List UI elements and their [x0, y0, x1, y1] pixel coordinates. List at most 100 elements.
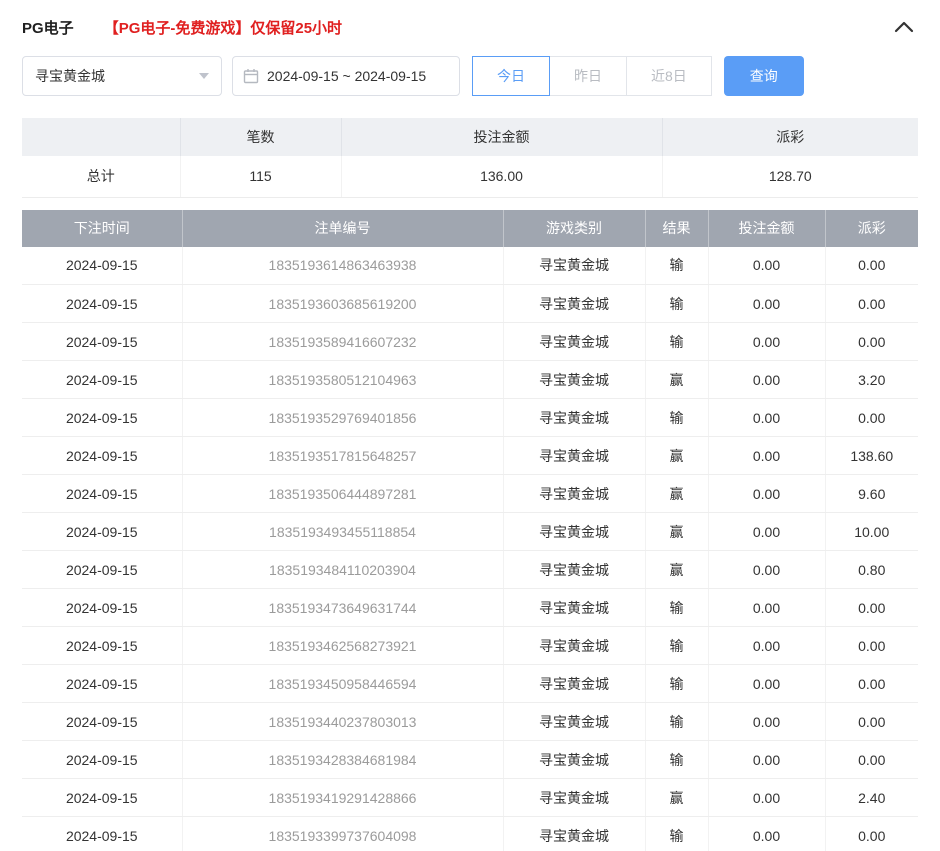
- cell-bet-id: 1835193493455118854: [182, 513, 503, 551]
- cell-bet-time: 2024-09-15: [22, 817, 182, 851]
- cell-game-type: 寻宝黄金城: [503, 323, 645, 361]
- cell-bet-amount: 0.00: [708, 817, 825, 851]
- quick-range-today[interactable]: 今日: [472, 56, 550, 96]
- cell-bet-id: 1835193614863463938: [182, 247, 503, 285]
- quick-range-yesterday[interactable]: 昨日: [549, 56, 627, 96]
- cell-bet-id: 1835193440237803013: [182, 703, 503, 741]
- cell-bet-amount: 0.00: [708, 703, 825, 741]
- pg-games-panel: PG电子 【PG电子-免费游戏】仅保留25小时 寻宝黄金城 2024-09-15…: [0, 0, 940, 851]
- cell-bet-id: 1835193428384681984: [182, 741, 503, 779]
- cell-payout: 0.00: [825, 285, 918, 323]
- cell-payout: 138.60: [825, 437, 918, 475]
- table-row: 2024-09-15 1835193399737604098 寻宝黄金城 输 0…: [22, 817, 918, 851]
- col-game-type: 游戏类别: [503, 210, 645, 247]
- cell-bet-time: 2024-09-15: [22, 513, 182, 551]
- cell-bet-time: 2024-09-15: [22, 779, 182, 817]
- cell-bet-time: 2024-09-15: [22, 361, 182, 399]
- cell-bet-amount: 0.00: [708, 551, 825, 589]
- cell-result: 输: [645, 627, 708, 665]
- cell-bet-time: 2024-09-15: [22, 589, 182, 627]
- cell-bet-id: 1835193529769401856: [182, 399, 503, 437]
- cell-bet-time: 2024-09-15: [22, 665, 182, 703]
- cell-bet-id: 1835193473649631744: [182, 589, 503, 627]
- cell-payout: 0.00: [825, 627, 918, 665]
- cell-bet-amount: 0.00: [708, 627, 825, 665]
- cell-payout: 0.00: [825, 665, 918, 703]
- cell-bet-amount: 0.00: [708, 741, 825, 779]
- cell-bet-time: 2024-09-15: [22, 703, 182, 741]
- summary-header-row: 笔数 投注金额 派彩: [22, 118, 918, 156]
- cell-bet-time: 2024-09-15: [22, 247, 182, 285]
- cell-payout: 0.00: [825, 589, 918, 627]
- cell-bet-time: 2024-09-15: [22, 323, 182, 361]
- game-select[interactable]: 寻宝黄金城: [22, 56, 222, 96]
- summary-total-label: 总计: [22, 156, 180, 197]
- table-row: 2024-09-15 1835193462568273921 寻宝黄金城 输 0…: [22, 627, 918, 665]
- cell-bet-time: 2024-09-15: [22, 285, 182, 323]
- table-row: 2024-09-15 1835193589416607232 寻宝黄金城 输 0…: [22, 323, 918, 361]
- cell-payout: 0.00: [825, 741, 918, 779]
- summary-col-bet-amount: 投注金额: [341, 118, 662, 156]
- cell-result: 赢: [645, 513, 708, 551]
- quick-range-group: 今日 昨日 近8日: [472, 56, 712, 96]
- cell-bet-amount: 0.00: [708, 475, 825, 513]
- date-range-input[interactable]: 2024-09-15 ~ 2024-09-15: [232, 56, 460, 96]
- col-bet-id: 注单编号: [182, 210, 503, 247]
- cell-result: 输: [645, 589, 708, 627]
- cell-game-type: 寻宝黄金城: [503, 627, 645, 665]
- cell-bet-amount: 0.00: [708, 513, 825, 551]
- table-row: 2024-09-15 1835193493455118854 寻宝黄金城 赢 0…: [22, 513, 918, 551]
- cell-bet-time: 2024-09-15: [22, 741, 182, 779]
- cell-result: 输: [645, 817, 708, 851]
- records-header-row: 下注时间 注单编号 游戏类别 结果 投注金额 派彩: [22, 210, 918, 247]
- page-title: PG电子: [22, 17, 74, 38]
- game-select-value: 寻宝黄金城: [35, 66, 105, 86]
- cell-bet-amount: 0.00: [708, 285, 825, 323]
- cell-payout: 2.40: [825, 779, 918, 817]
- cell-game-type: 寻宝黄金城: [503, 741, 645, 779]
- cell-game-type: 寻宝黄金城: [503, 437, 645, 475]
- summary-table: 笔数 投注金额 派彩 总计 115 136.00 128.70: [22, 118, 918, 198]
- table-row: 2024-09-15 1835193603685619200 寻宝黄金城 输 0…: [22, 285, 918, 323]
- summary-total-bet-amount: 136.00: [341, 156, 662, 197]
- panel-header: PG电子 【PG电子-免费游戏】仅保留25小时: [22, 10, 918, 44]
- quick-range-last8days[interactable]: 近8日: [626, 56, 712, 96]
- cell-game-type: 寻宝黄金城: [503, 361, 645, 399]
- cell-payout: 0.00: [825, 817, 918, 851]
- cell-bet-amount: 0.00: [708, 665, 825, 703]
- cell-bet-id: 1835193484110203904: [182, 551, 503, 589]
- table-row: 2024-09-15 1835193506444897281 寻宝黄金城 赢 0…: [22, 475, 918, 513]
- cell-game-type: 寻宝黄金城: [503, 703, 645, 741]
- cell-result: 赢: [645, 779, 708, 817]
- cell-payout: 0.00: [825, 247, 918, 285]
- cell-bet-id: 1835193399737604098: [182, 817, 503, 851]
- summary-col-count: 笔数: [180, 118, 341, 156]
- cell-bet-amount: 0.00: [708, 437, 825, 475]
- cell-payout: 0.00: [825, 323, 918, 361]
- col-bet-time: 下注时间: [22, 210, 182, 247]
- cell-result: 输: [645, 285, 708, 323]
- cell-result: 输: [645, 323, 708, 361]
- cell-game-type: 寻宝黄金城: [503, 247, 645, 285]
- cell-result: 输: [645, 665, 708, 703]
- cell-payout: 0.00: [825, 703, 918, 741]
- cell-bet-time: 2024-09-15: [22, 399, 182, 437]
- summary-col-payout: 派彩: [662, 118, 918, 156]
- cell-game-type: 寻宝黄金城: [503, 589, 645, 627]
- cell-result: 赢: [645, 437, 708, 475]
- cell-game-type: 寻宝黄金城: [503, 665, 645, 703]
- collapse-button[interactable]: [890, 17, 918, 37]
- col-payout: 派彩: [825, 210, 918, 247]
- chevron-down-icon: [199, 73, 209, 79]
- cell-bet-id: 1835193506444897281: [182, 475, 503, 513]
- query-button[interactable]: 查询: [724, 56, 804, 96]
- cell-bet-time: 2024-09-15: [22, 551, 182, 589]
- cell-game-type: 寻宝黄金城: [503, 779, 645, 817]
- cell-bet-amount: 0.00: [708, 361, 825, 399]
- summary-total-payout: 128.70: [662, 156, 918, 197]
- cell-bet-amount: 0.00: [708, 589, 825, 627]
- table-row: 2024-09-15 1835193473649631744 寻宝黄金城 输 0…: [22, 589, 918, 627]
- cell-payout: 0.00: [825, 399, 918, 437]
- col-bet-amount: 投注金额: [708, 210, 825, 247]
- table-row: 2024-09-15 1835193517815648257 寻宝黄金城 赢 0…: [22, 437, 918, 475]
